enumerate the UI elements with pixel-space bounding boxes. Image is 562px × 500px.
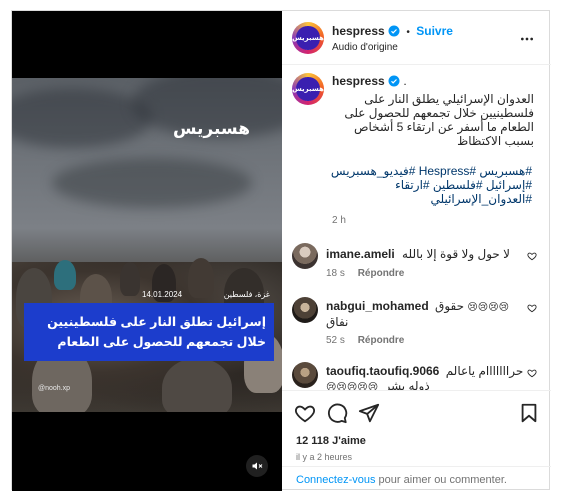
like-comment-icon[interactable]	[527, 303, 537, 313]
share-send-icon[interactable]	[358, 402, 380, 424]
verified-badge-icon	[388, 25, 400, 37]
post-modal: هسبريس 14.01.2024 غزة، فلسطين إسرائيل تط…	[11, 10, 551, 491]
video-caption-box: إسرائيل تطلق النار على فلسطينيين خلال تج…	[24, 303, 274, 361]
follow-button[interactable]: Suivre	[416, 24, 453, 38]
post-header: هسبريس hespress • Suivre Audio d'origine	[282, 11, 551, 65]
avatar[interactable]	[292, 243, 318, 269]
login-prompt-text: pour aimer ou commenter.	[375, 474, 507, 486]
login-link[interactable]: Connectez-vous	[296, 474, 376, 486]
caption-time: 2 h	[332, 215, 346, 226]
comment-username[interactable]: nabgui_mohamed	[326, 299, 429, 313]
verified-badge-icon	[388, 75, 400, 87]
like-count[interactable]: 12 118 J'aime	[296, 435, 366, 447]
video-location: غزة، فلسطين	[223, 290, 270, 299]
comment-text-line2: ذوله بشر	[384, 379, 430, 390]
video-date: 14.01.2024	[142, 290, 183, 299]
caption-username[interactable]: hespress	[332, 74, 385, 88]
comments-list[interactable]: هسبريس hespress . العدوان الإسرائيلي يطل…	[282, 65, 551, 390]
comment-username[interactable]: taoufiq.taoufiq.9066	[326, 364, 439, 378]
video-credit: @nooh.xp	[38, 385, 71, 392]
like-heart-icon[interactable]	[294, 402, 316, 424]
post-time: il y a 2 heures	[296, 452, 353, 462]
post-details-panel: هسبريس hespress • Suivre Audio d'origine…	[282, 11, 551, 491]
reply-button[interactable]: Répondre	[358, 335, 405, 346]
video-caption-line: إسرائيل تطلق النار على فلسطينيين	[47, 315, 266, 329]
media-viewer[interactable]: هسبريس 14.01.2024 غزة، فلسطين إسرائيل تط…	[12, 11, 282, 491]
header-username[interactable]: hespress	[332, 24, 385, 38]
comment-text: حرااااااام ياعالم	[445, 364, 524, 378]
header-separator: •	[406, 27, 410, 38]
comment-text: لا حول ولا قوة إلا بالله	[402, 247, 510, 261]
speaker-muted-icon	[252, 462, 263, 470]
comment-text: حقوق	[435, 299, 465, 313]
caption-text: العدوان الإسرائيلي يطلق النار على فلسطين…	[344, 92, 534, 148]
mute-button[interactable]	[246, 455, 268, 477]
reply-button[interactable]: Répondre	[358, 268, 405, 279]
comment-icon[interactable]	[326, 402, 348, 424]
comment-meta: 52 s Répondre	[326, 335, 405, 346]
avatar[interactable]: هسبريس	[292, 22, 324, 54]
save-bookmark-icon[interactable]	[518, 402, 540, 424]
comment-meta: 18 s Répondre	[326, 268, 405, 279]
action-bar: 12 118 J'aime il y a 2 heures	[282, 390, 551, 470]
like-comment-icon[interactable]	[527, 251, 537, 261]
avatar[interactable]	[292, 297, 318, 323]
watermark-logo: هسبريس	[172, 119, 250, 138]
video-date-location: 14.01.2024 غزة، فلسطين	[142, 290, 270, 299]
comment-emojis: 😢😢😢😢😢	[326, 382, 379, 390]
caption-hashtags[interactable]: #هسبريس #Hespress #فيديو_هسبريس #إسرائيل…	[294, 164, 532, 206]
comment-username[interactable]: imane.ameli	[326, 247, 395, 261]
like-comment-icon[interactable]	[527, 368, 537, 378]
comment-emojis: 😢😢😢😢	[467, 302, 510, 313]
audio-link[interactable]: Audio d'origine	[332, 42, 398, 53]
video-caption-line: خلال تجمعهم للحصول على الطعام	[57, 335, 266, 349]
comment-text-line2: نفاق	[326, 315, 349, 329]
more-options-icon[interactable]	[519, 31, 535, 47]
avatar[interactable]	[292, 362, 318, 388]
login-prompt: Connectez-vous pour aimer ou commenter.	[282, 466, 551, 491]
